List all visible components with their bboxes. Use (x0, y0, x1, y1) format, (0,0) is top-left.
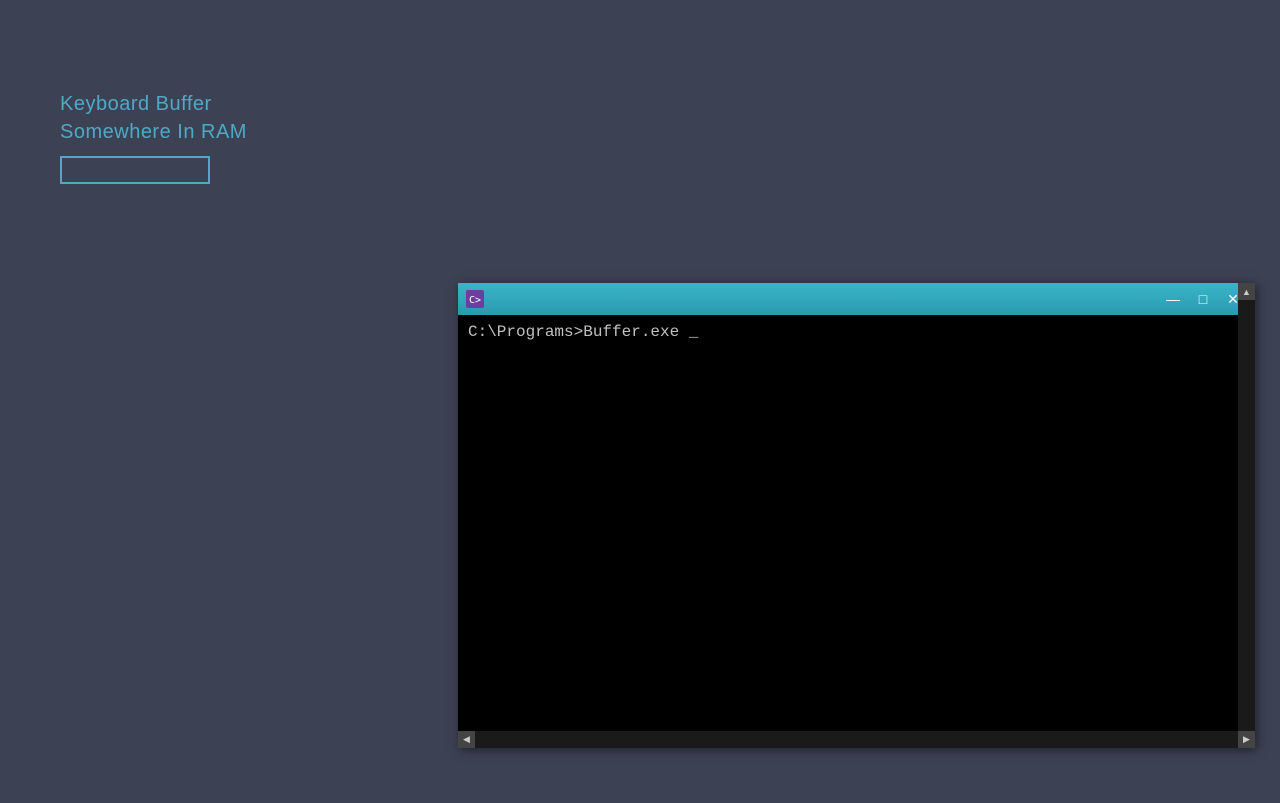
svg-text:C>: C> (469, 295, 481, 306)
scroll-right-arrow[interactable]: ▶ (1238, 731, 1255, 748)
console-body[interactable]: C:\Programs>Buffer.exe _ (458, 315, 1255, 731)
keyboard-buffer-label: Keyboard Buffer (60, 90, 247, 118)
scroll-track-horizontal (475, 731, 1238, 748)
vertical-scrollbar[interactable]: ▲ ▼ (1238, 315, 1255, 731)
horizontal-scrollbar[interactable]: ◀ ▶ (458, 731, 1255, 748)
scroll-track-vertical (1238, 315, 1255, 731)
minimize-button[interactable]: — (1159, 289, 1187, 309)
console-window: C> — □ ✕ C:\Programs>Buffer.exe _ ▲ ▼ ◀ … (458, 283, 1255, 748)
console-app-icon: C> (466, 290, 484, 308)
top-left-info-block: Keyboard Buffer Somewhere In RAM (60, 90, 247, 184)
scroll-left-arrow[interactable]: ◀ (458, 731, 475, 748)
somewhere-ram-label: Somewhere In RAM (60, 118, 247, 146)
titlebar-controls: — □ ✕ (1159, 289, 1247, 309)
maximize-button[interactable]: □ (1189, 289, 1217, 309)
console-titlebar: C> — □ ✕ (458, 283, 1255, 315)
ram-input[interactable] (60, 156, 210, 184)
console-output: C:\Programs>Buffer.exe _ (468, 321, 1245, 343)
